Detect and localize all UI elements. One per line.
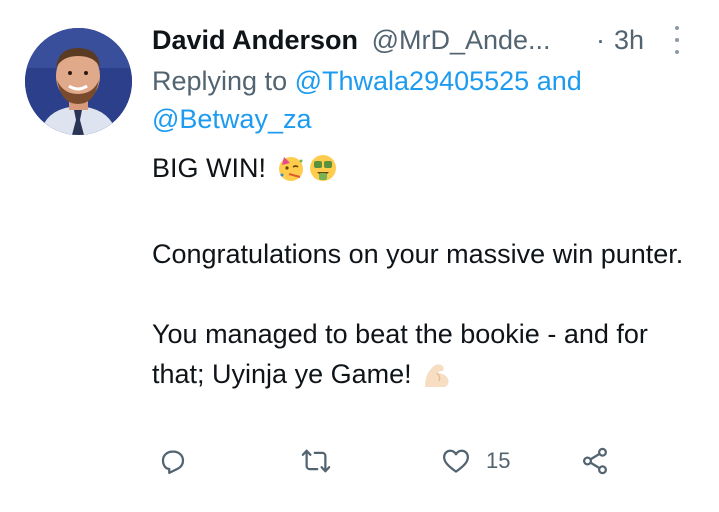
more-options-icon[interactable] — [670, 26, 684, 54]
like-count: 15 — [486, 448, 511, 473]
reply-button[interactable] — [158, 446, 188, 476]
retweet-button[interactable] — [300, 446, 332, 476]
like-button[interactable]: 15 — [440, 446, 510, 476]
timestamp[interactable]: 3h — [614, 22, 644, 58]
tweet-line-1-text: BIG WIN! — [152, 153, 266, 183]
tweet-body: BIG WIN! Congratulations on your massive… — [152, 148, 692, 400]
tweet-line-1: BIG WIN! — [152, 148, 692, 194]
reply-mention-2[interactable]: @Betway_za — [152, 104, 311, 134]
replying-to: Replying to @Thwala29405525 and @Betway_… — [152, 62, 692, 138]
flexed-biceps-emoji — [421, 359, 453, 400]
tweet-actions: 15 — [150, 446, 630, 486]
partying-face-emoji — [276, 153, 306, 194]
reply-mention-1[interactable]: @Thwala29405525 — [295, 66, 530, 96]
avatar-image — [25, 28, 132, 135]
tweet-paragraph-2: Congratulations on your massive win punt… — [152, 239, 684, 269]
separator-dot: · — [596, 25, 605, 55]
share-icon — [582, 447, 608, 475]
replying-prefix: Replying to — [152, 66, 288, 96]
retweet-icon — [301, 449, 331, 473]
heart-icon — [443, 449, 469, 473]
share-button[interactable] — [580, 446, 610, 476]
money-mouth-face-emoji — [308, 153, 338, 194]
avatar[interactable] — [25, 28, 132, 135]
reply-and[interactable]: and — [537, 66, 582, 96]
tweet-card[interactable]: David Anderson @MrD_Ande... · 3h Replyin… — [0, 0, 719, 512]
display-name[interactable]: David Anderson — [152, 25, 358, 55]
reply-icon — [161, 450, 185, 474]
tweet-header: David Anderson @MrD_Ande... · 3h — [152, 22, 712, 58]
user-handle[interactable]: @MrD_Ande... — [372, 25, 551, 55]
tweet-paragraph-3: You managed to beat the bookie - and for… — [152, 314, 692, 400]
tweet-paragraph-3-text: You managed to beat the bookie - and for… — [152, 319, 648, 389]
